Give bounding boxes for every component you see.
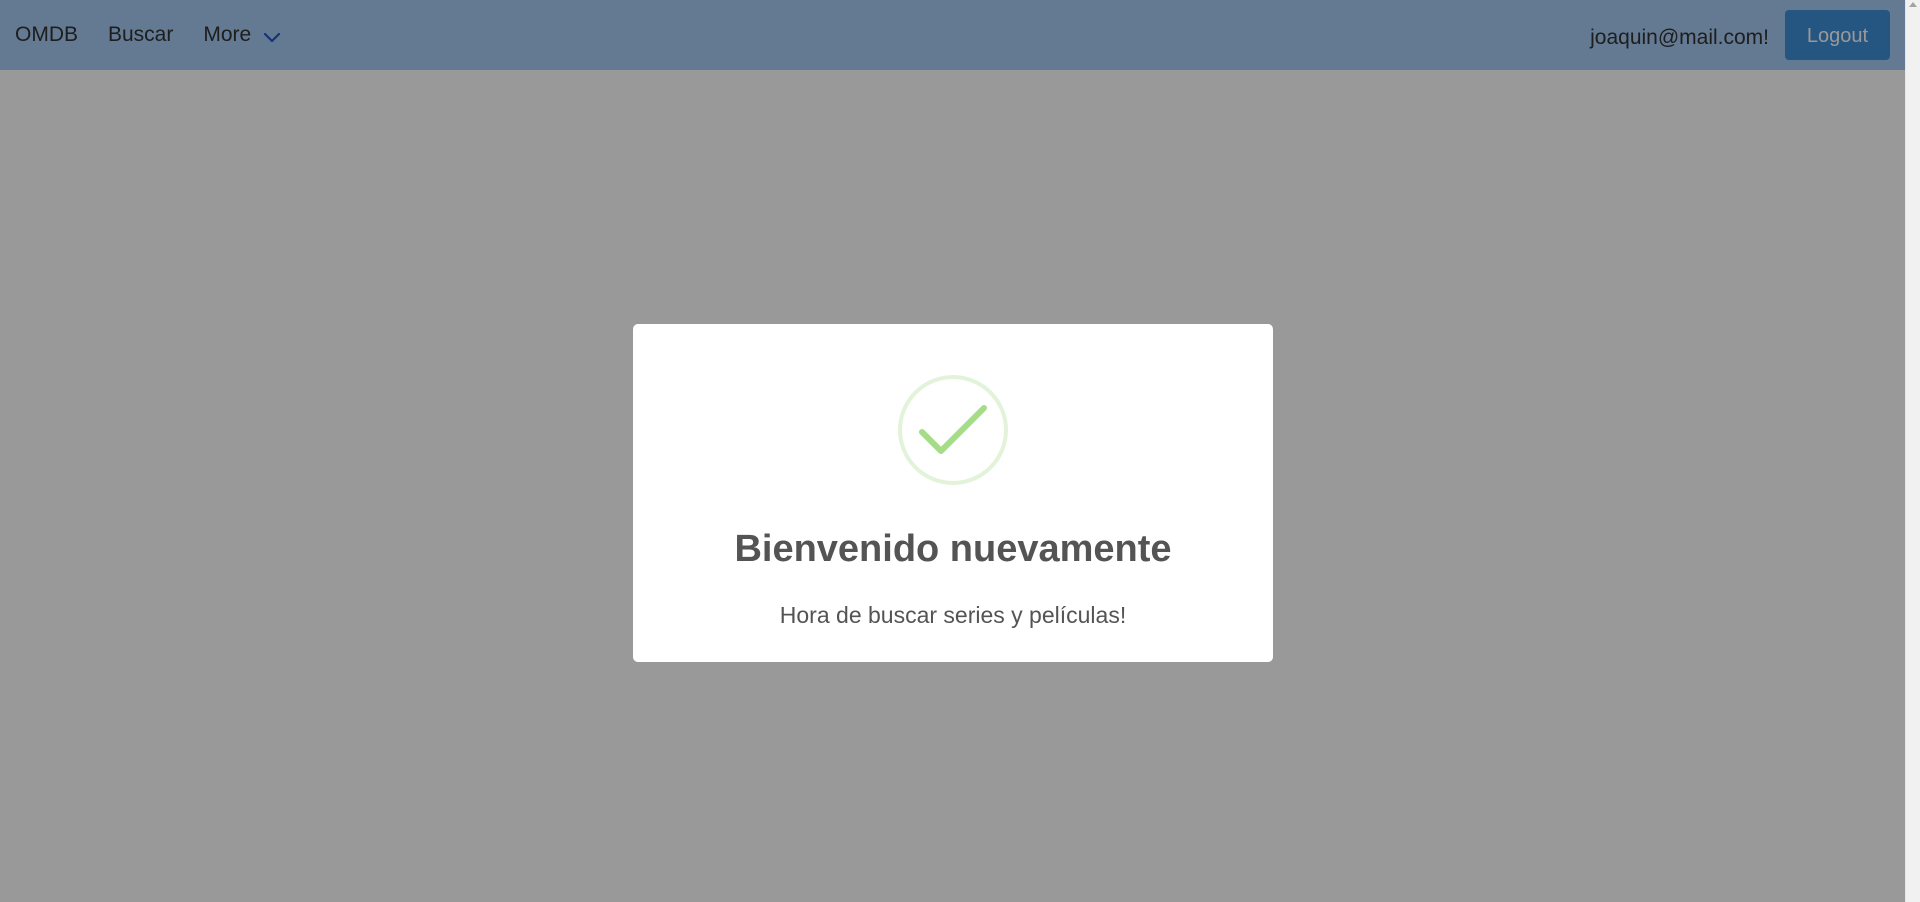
- welcome-modal: Bienvenido nuevamente Hora de buscar ser…: [633, 324, 1273, 662]
- scroll-up-arrow-icon[interactable]: [1909, 2, 1917, 7]
- modal-title: Bienvenido nuevamente: [734, 528, 1172, 570]
- vertical-scrollbar[interactable]: [1905, 0, 1920, 902]
- page: OMDB Buscar More joaquin@mail.com! Logou…: [0, 0, 1905, 902]
- modal-message: Hora de buscar series y películas!: [779, 602, 1127, 628]
- success-check-icon: [898, 375, 1008, 485]
